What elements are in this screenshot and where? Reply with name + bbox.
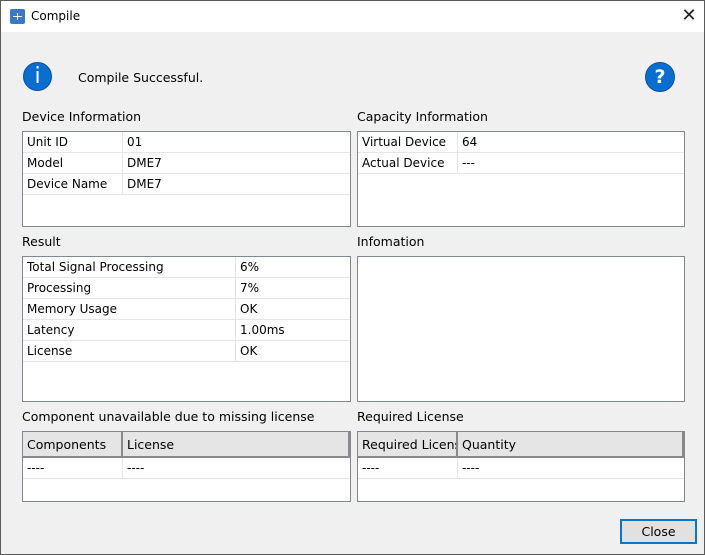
row-key: Memory Usage <box>23 299 236 319</box>
table-row: Memory Usage OK <box>23 299 350 320</box>
table-row: Unit ID 01 <box>23 132 350 153</box>
column-header-components[interactable]: Components <box>23 432 123 456</box>
table-row: Model DME7 <box>23 153 350 174</box>
column-header-license[interactable]: License <box>123 432 350 456</box>
window-title: Compile <box>31 9 81 23</box>
row-key: Latency <box>23 320 236 340</box>
row-value: DME7 <box>127 156 162 170</box>
capacity-info-table: Virtual Device 64 Actual Device --- <box>357 131 685 227</box>
row-value: 7% <box>240 281 260 295</box>
cell: ---- <box>462 461 480 475</box>
row-key: Total Signal Processing <box>23 257 236 277</box>
column-header-quantity[interactable]: Quantity <box>458 432 684 456</box>
table-row: Device Name DME7 <box>23 174 350 195</box>
close-button[interactable]: Close <box>620 519 697 544</box>
required-license-label: Required License <box>357 409 464 424</box>
cell: ---- <box>358 458 458 478</box>
row-key: Device Name <box>23 174 123 194</box>
table-header: Components License <box>23 432 350 458</box>
table-row: Virtual Device 64 <box>358 132 684 153</box>
components-table: Components License ---- ---- <box>22 431 351 502</box>
row-key: Virtual Device <box>358 132 458 152</box>
compile-dialog: Compile ✕ i Compile Successful. ? Device… <box>0 0 705 555</box>
components-label: Component unavailable due to missing lic… <box>22 409 315 424</box>
row-value: 01 <box>127 135 143 149</box>
table-row: Total Signal Processing 6% <box>23 257 350 278</box>
table-row: Processing 7% <box>23 278 350 299</box>
table-header: Required LicenseQuantity <box>358 432 684 458</box>
help-icon[interactable]: ? <box>645 62 675 92</box>
table-row: License OK <box>23 341 350 362</box>
row-value: --- <box>462 156 475 170</box>
row-value: 64 <box>462 135 478 149</box>
info-icon: i <box>23 62 52 91</box>
row-key: Actual Device <box>358 153 458 173</box>
row-value: 1.00ms <box>240 323 285 337</box>
capacity-info-label: Capacity Information <box>357 109 488 124</box>
row-value: OK <box>240 344 258 358</box>
row-key: Processing <box>23 278 236 298</box>
information-label: Infomation <box>357 234 425 249</box>
device-info-label: Device Information <box>22 109 142 124</box>
row-value: DME7 <box>127 177 162 191</box>
row-value: OK <box>240 302 258 316</box>
table-row: Latency 1.00ms <box>23 320 350 341</box>
cell: ---- <box>23 458 123 478</box>
device-info-table: Unit ID 01 Model DME7 Device Name DME7 <box>22 131 351 227</box>
column-header-required-license[interactable]: Required License <box>358 432 458 456</box>
cell: ---- <box>127 461 145 475</box>
table-row[interactable]: ---- ---- <box>23 458 350 479</box>
window-close-button[interactable]: ✕ <box>677 5 701 27</box>
table-row[interactable]: ---- ---- <box>358 458 684 479</box>
result-table: Total Signal Processing 6% Processing 7% M… <box>22 256 351 402</box>
table-row: Actual Device --- <box>358 153 684 174</box>
row-value: 6% <box>240 260 260 274</box>
row-key: Unit ID <box>23 132 123 152</box>
app-icon <box>10 9 25 24</box>
title-bar: Compile ✕ <box>1 1 704 32</box>
row-key: License <box>23 341 236 361</box>
row-key: Model <box>23 153 123 173</box>
result-label: Result <box>22 234 61 249</box>
information-box <box>357 256 685 402</box>
required-license-table: Required LicenseQuantity ---- ---- <box>357 431 685 502</box>
status-message: Compile Successful. <box>78 70 204 85</box>
